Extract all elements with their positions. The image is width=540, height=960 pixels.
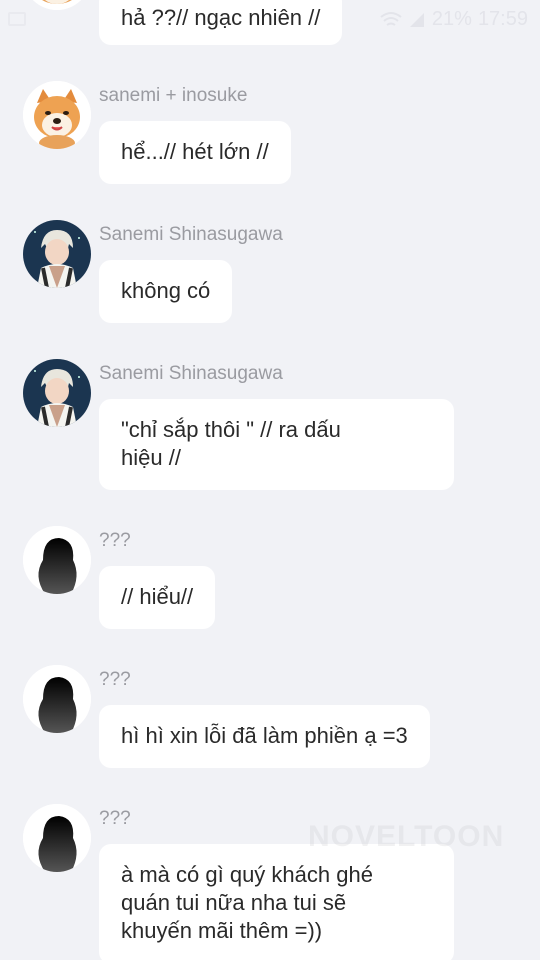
shiba-avatar[interactable] — [23, 81, 91, 149]
silhouette-avatar[interactable] — [23, 526, 91, 594]
message-bubble: "chỉ sắp thôi " // ra dấu hiệu // — [99, 399, 454, 490]
message-text-line: khuyến mãi thêm =)) — [121, 918, 323, 943]
message-text-line: quán tui nữa nha tui sẽ — [121, 890, 347, 915]
message-bubble: hả ??// ngạc nhiên // — [99, 0, 343, 45]
clock: 17:59 — [477, 8, 528, 30]
message-text: // hiểu// — [121, 584, 194, 609]
shiba-avatar[interactable] — [23, 0, 91, 10]
message-text-line: "chỉ sắp thôi " // ra dấu — [121, 417, 341, 442]
message-bubble: không có — [99, 260, 233, 323]
sender-name: ??? — [99, 530, 131, 551]
message-bubble: à mà có gì quý khách ghé quán tui nữa nh… — [99, 844, 454, 960]
message-bubble: hì hì xin lỗi đã làm phiền ạ =3 — [99, 705, 430, 768]
message-text: hả ??// ngạc nhiên // — [121, 5, 321, 30]
silhouette-avatar[interactable] — [23, 665, 91, 733]
gallery-icon — [8, 12, 26, 26]
message-text: hể...// hét lớn // — [121, 139, 269, 164]
sanemi-avatar[interactable] — [23, 359, 91, 427]
signal-icon — [408, 11, 426, 29]
sender-name: Sanemi Shinasugawa — [99, 224, 283, 245]
sender-name: ??? — [99, 808, 131, 829]
sender-name: sanemi + inosuke — [99, 85, 248, 106]
sender-name: ??? — [99, 669, 131, 690]
message-bubble: hể...// hét lớn // — [99, 121, 291, 184]
status-right: 21% 17:59 — [380, 8, 528, 31]
message-text-line: hiệu // — [121, 445, 181, 470]
sender-name: Sanemi Shinasugawa — [99, 363, 283, 384]
wifi-icon — [380, 11, 402, 29]
message-text-line: à mà có gì quý khách ghé — [121, 862, 373, 887]
message-text: không có — [121, 278, 211, 303]
silhouette-avatar[interactable] — [23, 804, 91, 872]
message-bubble: // hiểu// — [99, 566, 216, 629]
battery-level: 21% — [431, 8, 472, 30]
sanemi-avatar[interactable] — [23, 220, 91, 288]
message-text: hì hì xin lỗi đã làm phiền ạ =3 — [121, 723, 408, 748]
